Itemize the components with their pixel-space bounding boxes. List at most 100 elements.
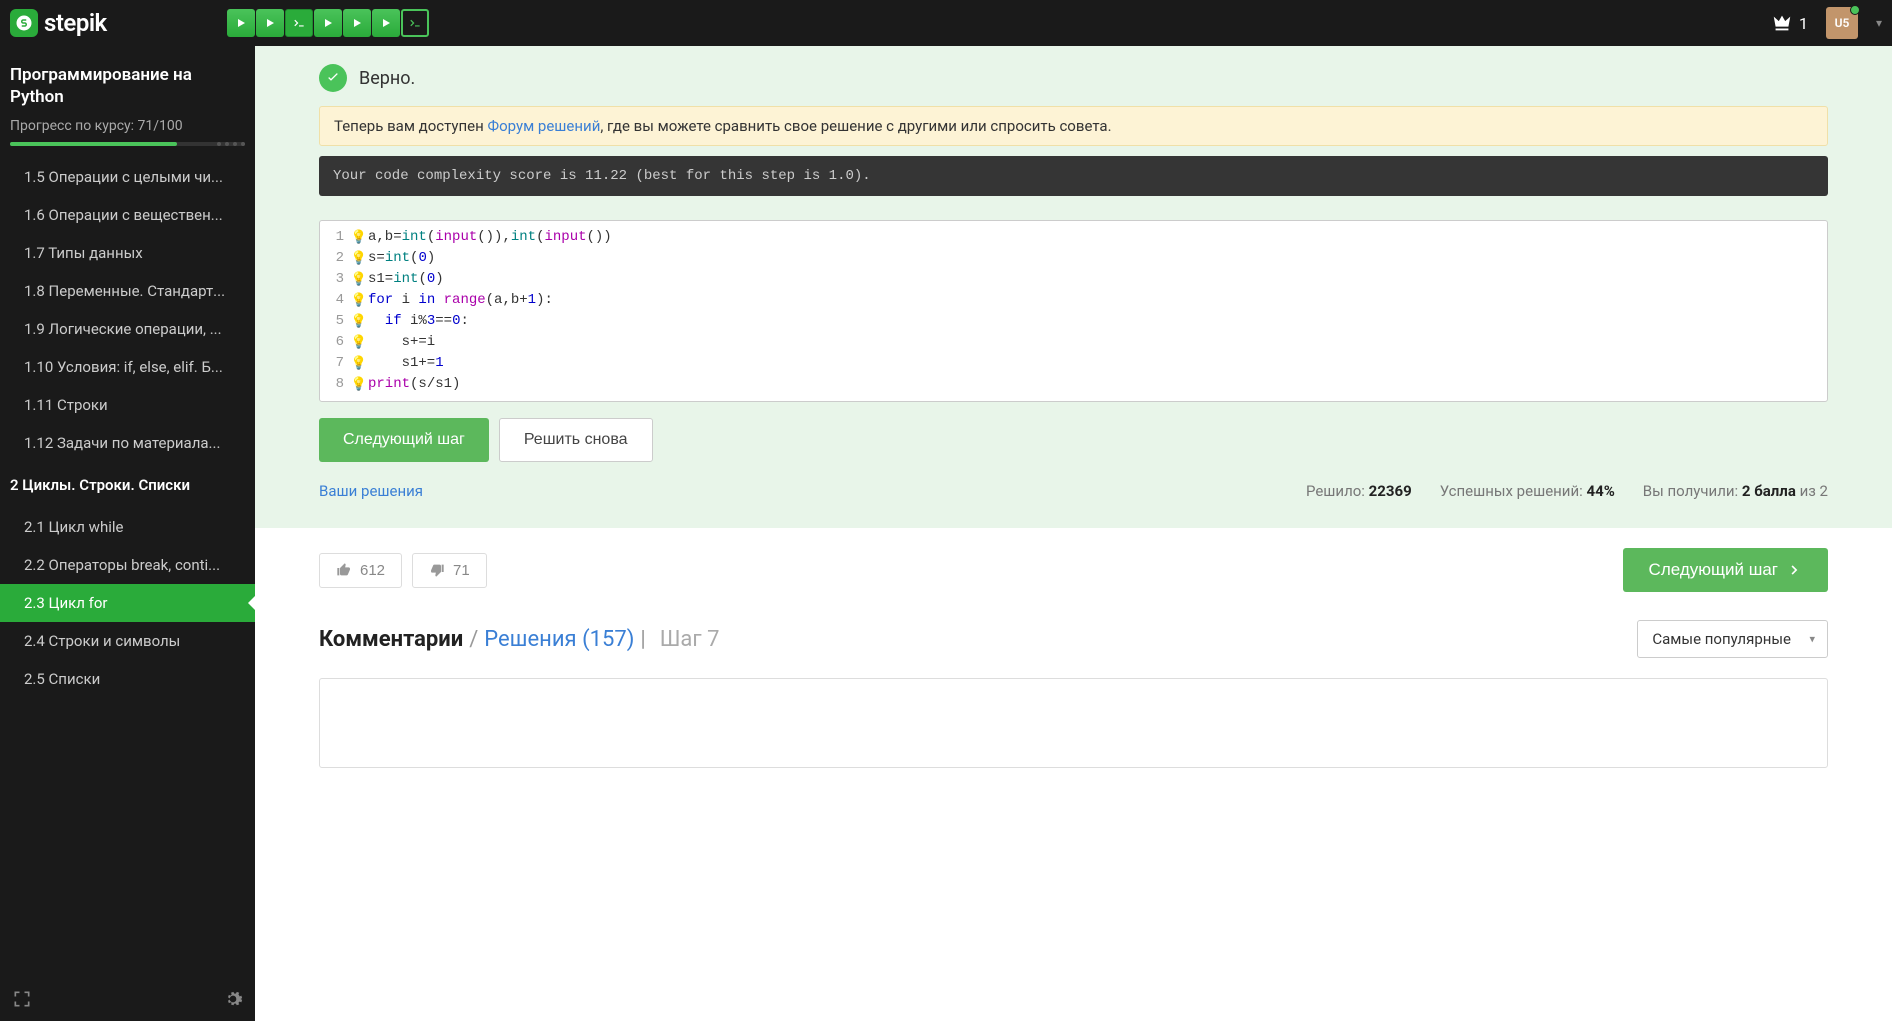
gear-icon[interactable] — [223, 989, 243, 1009]
step-code-active[interactable] — [401, 9, 429, 37]
sort-dropdown[interactable]: Самые популярные ▾ — [1637, 620, 1828, 658]
sidebar-item-1.10[interactable]: 1.10 Условия: if, else, elif. Б... — [0, 348, 255, 386]
user-avatar[interactable]: U5 — [1826, 7, 1858, 39]
code-text: if i%3==0: — [368, 311, 469, 332]
code-line[interactable]: 7💡 s1+=1 — [320, 353, 1827, 374]
sidebar-item-1.9[interactable]: 1.9 Логические операции, ... — [0, 310, 255, 348]
success-stat: Успешных решений: 44% — [1440, 482, 1615, 500]
step-play[interactable] — [314, 9, 342, 37]
code-line[interactable]: 4💡for i in range(a,b+1): — [320, 290, 1827, 311]
logo[interactable]: stepik — [10, 9, 107, 37]
forum-link[interactable]: Форум решений — [488, 117, 601, 135]
crown-count: 1 — [1799, 14, 1808, 33]
retry-button[interactable]: Решить снова — [499, 418, 653, 462]
code-text: s=int(0) — [368, 248, 435, 269]
step-progress-bar — [227, 9, 429, 37]
sidebar-item-1.6[interactable]: 1.6 Операции с веществен... — [0, 196, 255, 234]
comments-title[interactable]: Комментарии — [319, 627, 463, 652]
code-line[interactable]: 1💡a,b=int(input()),int(input()) — [320, 227, 1827, 248]
sidebar-item-2.2[interactable]: 2.2 Операторы break, conti... — [0, 546, 255, 584]
vote-row: 612 71 Следующий шаг — [319, 548, 1828, 592]
progress-fill — [10, 142, 177, 146]
like-count: 612 — [360, 562, 385, 579]
step-play[interactable] — [256, 9, 284, 37]
code-text: a,b=int(input()),int(input()) — [368, 227, 612, 248]
sidebar-item-1.7[interactable]: 1.7 Типы данных — [0, 234, 255, 272]
correct-text: Верно. — [359, 68, 415, 89]
forum-pre: Теперь вам доступен — [334, 117, 488, 135]
step-play[interactable] — [227, 9, 255, 37]
progress-dots — [217, 142, 245, 146]
notification-dot-icon — [1850, 5, 1860, 15]
logo-text: stepik — [44, 9, 107, 37]
dislike-count: 71 — [453, 562, 470, 579]
sidebar-item-2.3[interactable]: 2.3 Цикл for — [0, 584, 255, 622]
sidebar-item-1.8[interactable]: 1.8 Переменные. Стандарт... — [0, 272, 255, 310]
sidebar-item-1.12[interactable]: 1.12 Задачи по материала... — [0, 424, 255, 462]
fullscreen-icon[interactable] — [12, 989, 32, 1009]
hint-bulb-icon[interactable]: 💡 — [350, 374, 368, 395]
crown-counter[interactable]: 1 — [1771, 12, 1808, 34]
next-step-button-footer[interactable]: Следующий шаг — [1623, 548, 1828, 592]
step-label: Шаг 7 — [660, 627, 720, 652]
your-solutions-link[interactable]: Ваши решения — [319, 482, 423, 500]
thumbs-down-icon — [429, 562, 445, 578]
dislike-button[interactable]: 71 — [412, 553, 487, 588]
step-play[interactable] — [343, 9, 371, 37]
result-panel: Верно. Теперь вам доступен Форум решений… — [255, 46, 1892, 528]
next-step-label: Следующий шаг — [1649, 560, 1778, 580]
course-title: Программирование на Python — [10, 64, 245, 108]
sidebar-item-1.5[interactable]: 1.5 Операции с целыми чи... — [0, 158, 255, 196]
line-number: 5 — [320, 311, 350, 332]
code-line[interactable]: 8💡print(s/s1) — [320, 374, 1827, 395]
course-header: Программирование на Python Прогресс по к… — [0, 46, 255, 158]
forum-post: , где вы можете сравнить свое решение с … — [600, 117, 1111, 135]
step-play[interactable] — [372, 9, 400, 37]
like-button[interactable]: 612 — [319, 553, 402, 588]
sidebar-item-2.4[interactable]: 2.4 Строки и символы — [0, 622, 255, 660]
solutions-tab-link[interactable]: Решения (157) — [484, 627, 634, 652]
code-text: s1=int(0) — [368, 269, 444, 290]
step-code[interactable] — [285, 9, 313, 37]
code-text: for i in range(a,b+1): — [368, 290, 553, 311]
hint-bulb-icon[interactable]: 💡 — [350, 332, 368, 353]
sidebar-item-2.5[interactable]: 2.5 Списки — [0, 660, 255, 698]
code-line[interactable]: 2💡s=int(0) — [320, 248, 1827, 269]
hint-bulb-icon[interactable]: 💡 — [350, 248, 368, 269]
line-number: 1 — [320, 227, 350, 248]
code-editor[interactable]: 1💡a,b=int(input()),int(input())2💡s=int(0… — [319, 220, 1828, 402]
code-text: print(s/s1) — [368, 374, 460, 395]
hint-bulb-icon[interactable]: 💡 — [350, 311, 368, 332]
code-line[interactable]: 3💡s1=int(0) — [320, 269, 1827, 290]
code-text: s1+=1 — [368, 353, 444, 374]
crown-icon — [1771, 12, 1793, 34]
code-line[interactable]: 6💡 s+=i — [320, 332, 1827, 353]
sidebar-item-2.1[interactable]: 2.1 Цикл while — [0, 508, 255, 546]
comments-header: Комментарии / Решения (157) | Шаг 7 Самы… — [319, 620, 1828, 658]
code-line[interactable]: 5💡 if i%3==0: — [320, 311, 1827, 332]
sidebar: Программирование на Python Прогресс по к… — [0, 46, 255, 1021]
next-step-button[interactable]: Следующий шаг — [319, 418, 489, 462]
hint-bulb-icon[interactable]: 💡 — [350, 227, 368, 248]
line-number: 8 — [320, 374, 350, 395]
avatar-initials: U5 — [1835, 16, 1850, 30]
code-text: s+=i — [368, 332, 435, 353]
chevron-down-icon: ▾ — [1809, 633, 1815, 646]
hint-bulb-icon[interactable]: 💡 — [350, 353, 368, 374]
line-number: 7 — [320, 353, 350, 374]
stats-row: Ваши решения Решило: 22369 Успешных реше… — [319, 482, 1828, 504]
line-number: 6 — [320, 332, 350, 353]
separator-2: | — [640, 627, 645, 652]
comment-input[interactable] — [319, 678, 1828, 768]
line-number: 3 — [320, 269, 350, 290]
hint-bulb-icon[interactable]: 💡 — [350, 290, 368, 311]
nav-section-2[interactable]: 2 Циклы. Строки. Списки — [0, 462, 255, 508]
sidebar-item-1.11[interactable]: 1.11 Строки — [0, 386, 255, 424]
line-number: 4 — [320, 290, 350, 311]
footer-section: 612 71 Следующий шаг Комментарии / Решен… — [255, 528, 1892, 788]
points-stat: Вы получили: 2 балла из 2 — [1643, 482, 1828, 500]
action-buttons: Следующий шаг Решить снова — [319, 418, 1828, 462]
hint-bulb-icon[interactable]: 💡 — [350, 269, 368, 290]
app-header: stepik 1 U5 ▾ — [0, 0, 1892, 46]
chevron-down-icon[interactable]: ▾ — [1876, 16, 1882, 30]
